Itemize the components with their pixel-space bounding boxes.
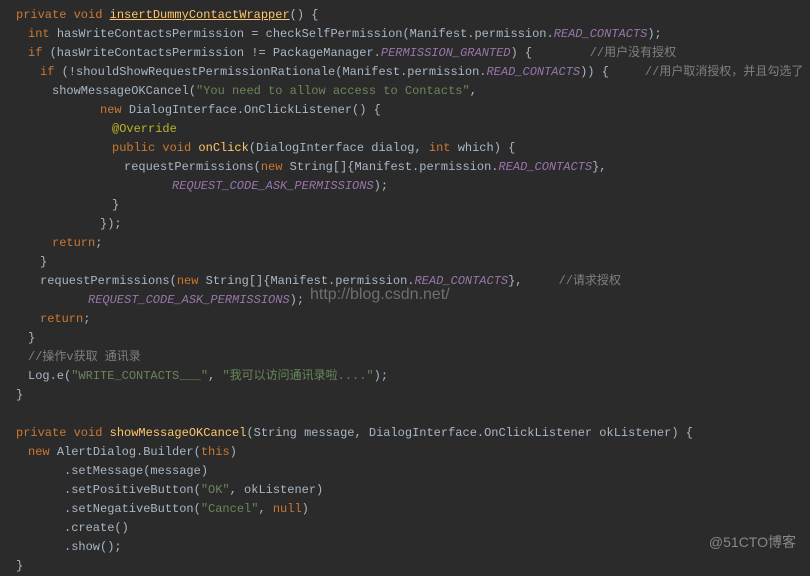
code-block: private void insertDummyContactWrapper()… <box>8 6 802 576</box>
